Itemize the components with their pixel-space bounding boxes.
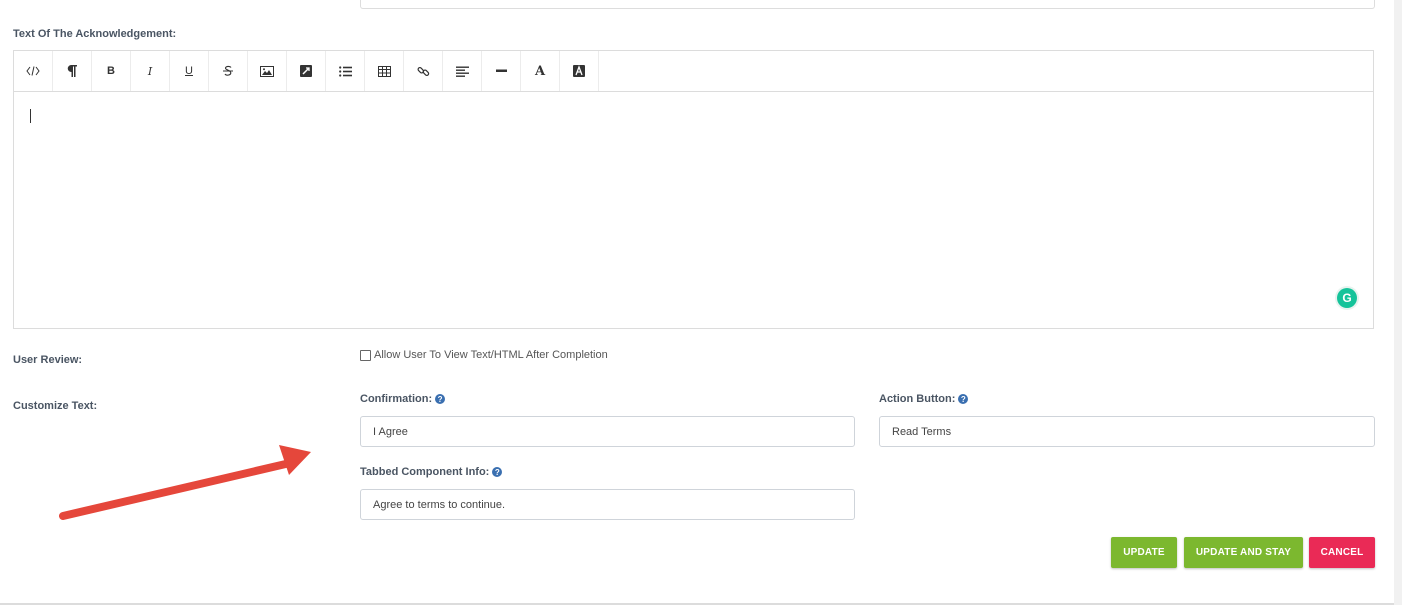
vertical-scrollbar[interactable] [1394,0,1402,605]
annotation-arrow [59,445,311,520]
